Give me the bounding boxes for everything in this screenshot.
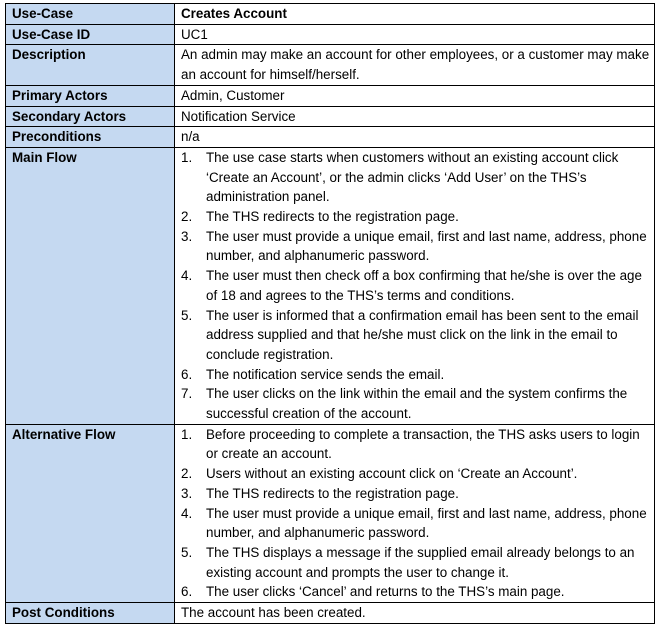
use-case-row: Use-Case Creates Account <box>5 3 655 25</box>
step-number: 7. <box>181 386 193 402</box>
description-label: Description <box>5 44 175 86</box>
step-text: The notification service sends the email… <box>206 366 445 382</box>
post-conditions-value: The account has been created. <box>174 602 655 624</box>
step-text: The user clicks on the link within the e… <box>206 386 628 422</box>
main-flow-step: 6. The notification service sends the ema… <box>181 365 650 385</box>
step-number: 1. <box>181 426 193 442</box>
main-flow-list: 1. The use case starts when customers wit… <box>181 148 650 424</box>
step-number: 2. <box>181 209 193 225</box>
secondary-actors-label: Secondary Actors <box>5 105 175 128</box>
main-flow-step: 3. The user must provide a unique email, … <box>181 227 650 266</box>
secondary-actors-value: Notification Service <box>174 105 655 128</box>
main-flow-row: Main Flow 1. The use case starts when cus… <box>5 146 655 425</box>
alternative-flow-step: 5. The THS displays a message if the supp… <box>181 543 650 582</box>
step-text: The use case starts when customers witho… <box>206 149 619 205</box>
post-conditions-row: Post Conditions The account has been cre… <box>5 602 655 624</box>
use-case-value: Creates Account <box>174 3 655 25</box>
alternative-flow-step: 6. The user clicks ‘Cancel’ and returns t… <box>181 582 650 602</box>
alternative-flow-row: Alternative Flow 1. Before proceeding to … <box>5 423 655 604</box>
step-number: 6. <box>181 584 193 600</box>
primary-actors-value: Admin, Customer <box>174 84 655 107</box>
primary-actors-label: Primary Actors <box>5 84 175 107</box>
main-flow-step: 5. The user is informed that a confirmati… <box>181 306 650 365</box>
step-number: 5. <box>181 544 193 560</box>
use-case-id-label: Use-Case ID <box>5 23 175 46</box>
preconditions-row: Preconditions n/a <box>5 126 655 148</box>
alternative-flow-step: 3. The THS redirects to the registration … <box>181 484 650 504</box>
use-case-label: Use-Case <box>5 3 175 25</box>
alternative-flow-step: 2. Users without an existing account clic… <box>181 464 650 484</box>
step-text: The user must then check off a box confi… <box>206 268 642 303</box>
step-number: 4. <box>181 268 193 284</box>
step-text: The user must provide a unique email, fi… <box>206 228 647 264</box>
alternative-flow-cell: 1. Before proceeding to complete a transa… <box>174 423 655 604</box>
main-flow-step: 4. The user must then check off a box con… <box>181 266 650 305</box>
step-number: 4. <box>181 505 193 521</box>
step-number: 1. <box>181 149 193 165</box>
step-text: The user must provide a unique email, fi… <box>206 505 647 541</box>
step-text: The THS redirects to the registration pa… <box>206 209 459 225</box>
step-text: The user clicks ‘Cancel’ and returns to … <box>206 584 565 600</box>
main-flow-step: 7. The user clicks on the link within the… <box>181 384 650 423</box>
alternative-flow-list: 1. Before proceeding to complete a transa… <box>181 425 650 602</box>
main-flow-label: Main Flow <box>5 146 175 425</box>
use-case-id-row: Use-Case ID UC1 <box>5 23 655 46</box>
alternative-flow-step: 4. The user must provide a unique email, … <box>181 504 650 543</box>
preconditions-value: n/a <box>174 126 655 148</box>
main-flow-cell: 1. The use case starts when customers wit… <box>174 146 655 425</box>
step-text: Before proceeding to complete a transact… <box>206 426 640 462</box>
step-number: 5. <box>181 307 193 323</box>
step-text: The THS displays a message if the suppli… <box>206 544 635 580</box>
alternative-flow-label: Alternative Flow <box>5 423 175 604</box>
description-value: An admin may make an account for other e… <box>174 44 655 86</box>
step-text: Users without an existing account click … <box>206 466 578 482</box>
alternative-flow-step: 1. Before proceeding to complete a transa… <box>181 425 650 464</box>
primary-actors-row: Primary Actors Admin, Customer <box>5 84 655 107</box>
use-case-id-value: UC1 <box>174 23 655 46</box>
preconditions-label: Preconditions <box>5 126 175 148</box>
description-row: Description An admin may make an account… <box>5 44 655 86</box>
main-flow-step: 1. The use case starts when customers wit… <box>181 148 650 207</box>
post-conditions-label: Post Conditions <box>5 602 175 624</box>
step-number: 3. <box>181 485 193 501</box>
secondary-actors-row: Secondary Actors Notification Service <box>5 105 655 128</box>
step-text: The THS redirects to the registration pa… <box>206 485 459 501</box>
main-flow-step: 2. The THS redirects to the registration … <box>181 207 650 227</box>
step-number: 3. <box>181 228 193 244</box>
step-number: 2. <box>181 466 193 482</box>
use-case-table: Use-Case Creates Account Use-Case ID UC1… <box>5 3 655 624</box>
step-number: 6. <box>181 366 193 382</box>
step-text: The user is informed that a confirmation… <box>206 307 639 362</box>
